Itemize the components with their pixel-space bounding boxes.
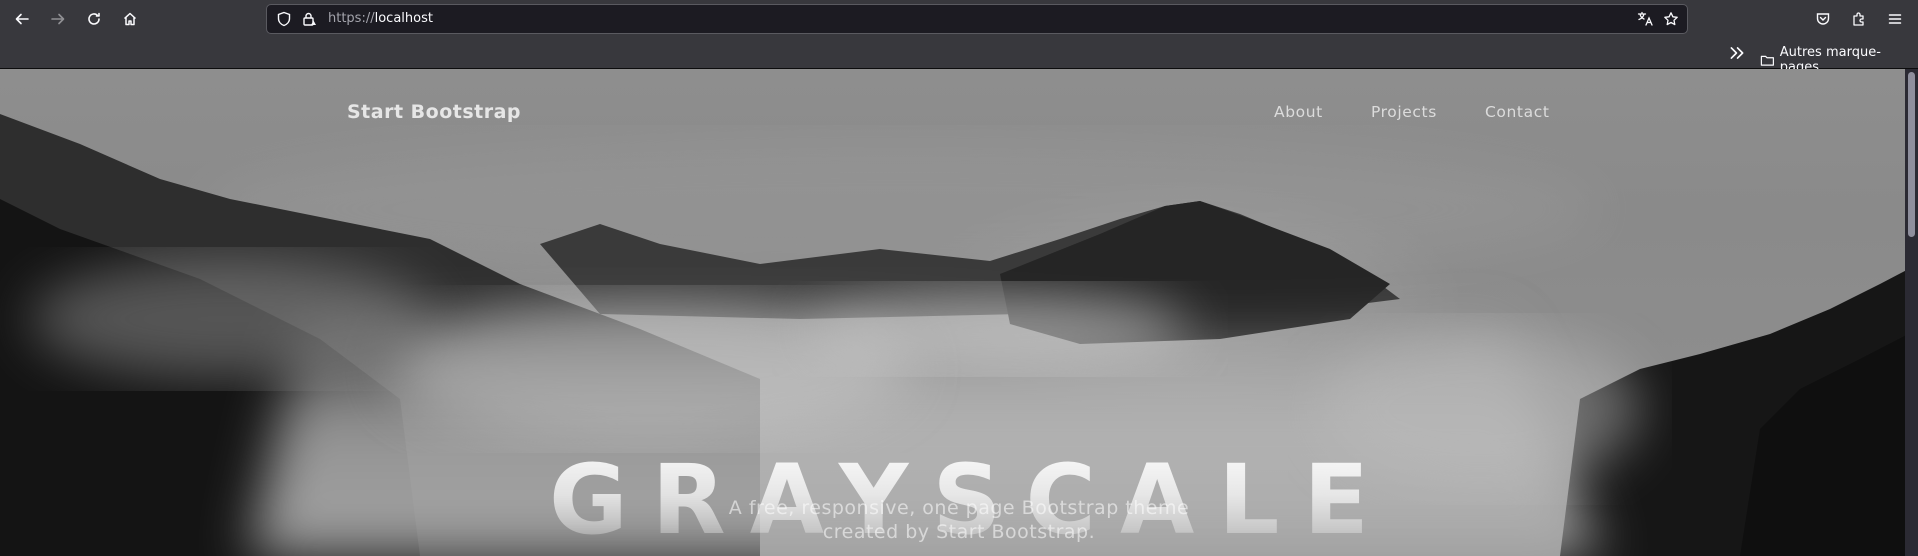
- reload-button[interactable]: [82, 7, 106, 31]
- star-icon[interactable]: [1663, 11, 1679, 27]
- arrow-right-icon: [51, 13, 65, 25]
- puzzle-icon: [1853, 12, 1864, 26]
- main-navbar: Start Bootstrap About Projects Contact: [0, 69, 1918, 159]
- lock-icon[interactable]: [301, 11, 317, 27]
- url-bar[interactable]: https://localhost: [266, 4, 1688, 34]
- hero-subtitle-line-1: A free, responsive, one page Bootstrap t…: [728, 497, 1190, 519]
- nav-link-projects[interactable]: Projects: [1371, 103, 1437, 121]
- browser-toolbar: https://localhost: [0, 0, 1918, 38]
- pocket-icon: [1816, 13, 1830, 25]
- url-text[interactable]: https://localhost: [328, 11, 433, 26]
- url-scheme: https://: [328, 11, 375, 26]
- shield-icon[interactable]: [276, 11, 292, 27]
- hero-subtitle-line-2: created by Start Bootstrap.: [822, 521, 1096, 543]
- home-button[interactable]: [118, 7, 142, 31]
- scrollbar-thumb[interactable]: [1908, 72, 1915, 237]
- page-scrollbar[interactable]: [1905, 69, 1918, 556]
- chevrons-right-icon[interactable]: [1728, 44, 1746, 62]
- app-menu-button[interactable]: [1883, 7, 1907, 31]
- nav-link-contact[interactable]: Contact: [1485, 103, 1550, 121]
- home-icon: [123, 12, 137, 26]
- translate-icon[interactable]: [1637, 11, 1653, 27]
- hero-subtitle: A free, responsive, one page Bootstrap t…: [700, 496, 1218, 544]
- arrow-left-icon: [15, 13, 29, 25]
- back-button[interactable]: [10, 7, 34, 31]
- reload-icon: [88, 12, 100, 25]
- navbar-brand[interactable]: Start Bootstrap: [347, 101, 521, 123]
- nav-link-about[interactable]: About: [1274, 103, 1323, 121]
- url-host: localhost: [374, 11, 433, 26]
- page-viewport: Start Bootstrap About Projects Contact G…: [0, 69, 1918, 556]
- extensions-button[interactable]: [1847, 7, 1871, 31]
- forward-button[interactable]: [46, 7, 70, 31]
- pocket-button[interactable]: [1811, 7, 1835, 31]
- hamburger-icon: [1888, 14, 1902, 24]
- bookmarks-toolbar: Autres marque-pages: [0, 38, 1918, 75]
- folder-icon: [1760, 55, 1774, 66]
